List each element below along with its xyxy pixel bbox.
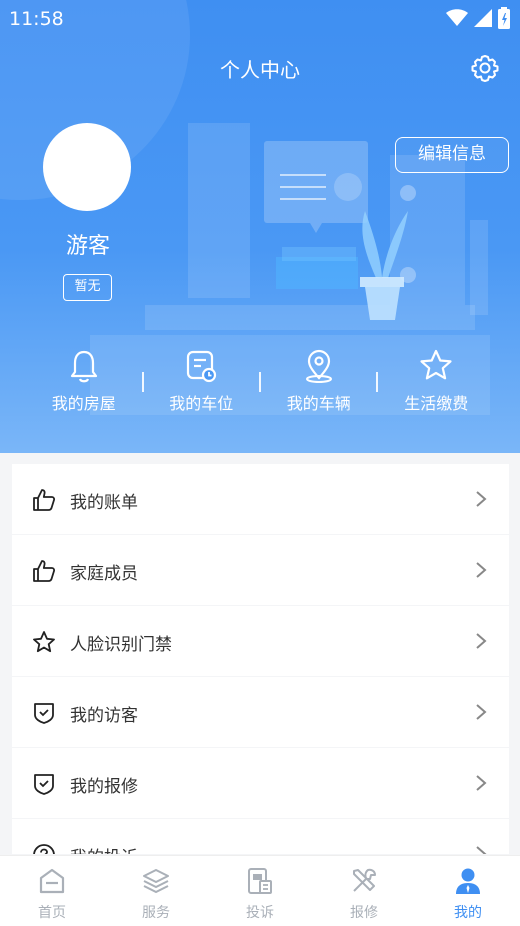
chevron-right-icon — [476, 491, 487, 507]
shield-check-icon — [34, 703, 54, 724]
quick-label: 我的房屋 — [51, 394, 116, 413]
divider — [142, 372, 144, 392]
menu-my-visitors[interactable]: 我的访客 — [12, 677, 509, 747]
divider — [376, 372, 378, 392]
quick-label: 我的车辆 — [286, 394, 351, 413]
status-icons — [446, 7, 510, 29]
menu-label: 家庭成员 — [70, 564, 138, 584]
divider — [259, 372, 261, 392]
quick-actions: 我的房屋 我的车位 我的车辆 生活缴费 — [25, 348, 495, 418]
quick-my-house[interactable]: 我的房屋 — [25, 348, 143, 418]
tab-label: 服务 — [142, 905, 170, 921]
menu-face-access[interactable]: 人脸识别门禁 — [12, 606, 509, 676]
user-icon — [456, 868, 480, 894]
menu-label: 人脸识别门禁 — [70, 635, 172, 655]
chevron-right-icon — [476, 846, 487, 854]
tab-mine[interactable]: 我的 — [416, 856, 520, 926]
quick-life-payment[interactable]: 生活缴费 — [378, 348, 496, 418]
star-icon — [420, 349, 452, 380]
tab-services[interactable]: 服务 — [104, 856, 208, 926]
battery-icon — [498, 7, 510, 29]
level-badge: 暂无 — [63, 274, 112, 301]
home-icon — [39, 868, 65, 894]
wifi-icon — [446, 9, 468, 26]
location-pin-icon — [305, 349, 332, 383]
menu-my-repairs[interactable]: 我的报修 — [12, 748, 509, 818]
quick-my-vehicle[interactable]: 我的车辆 — [260, 348, 378, 418]
thumbs-up-icon — [33, 489, 56, 511]
thumbs-up-icon — [33, 560, 56, 582]
tab-label: 我的 — [454, 905, 482, 921]
help-icon — [33, 844, 55, 854]
tab-label: 报修 — [350, 905, 378, 921]
bell-icon — [70, 350, 97, 383]
menu-my-bills[interactable]: 我的账单 — [12, 464, 509, 534]
menu-label: 我的报修 — [70, 777, 138, 797]
settings-gear-icon[interactable] — [469, 52, 501, 84]
star-icon — [33, 631, 55, 653]
status-bar: 11:58 — [0, 0, 520, 36]
quick-label: 我的车位 — [169, 394, 234, 413]
page-title: 个人中心 — [220, 58, 300, 82]
menu-family-members[interactable]: 家庭成员 — [12, 535, 509, 605]
layers-icon — [143, 869, 169, 894]
tools-icon — [353, 868, 376, 892]
username: 游客 — [65, 234, 110, 259]
signal-icon — [474, 9, 492, 27]
chevron-right-icon — [476, 562, 487, 578]
shield-check-icon — [34, 774, 54, 795]
document-icon — [248, 868, 272, 894]
menu-list: 我的账单 家庭成员 人脸识别门禁 我的访客 我的报修 我的投诉 — [12, 464, 509, 854]
menu-my-complaints[interactable]: 我的投诉 — [12, 819, 509, 854]
bottom-tab-bar: 首页 服务 投诉 报修 我的 — [0, 855, 520, 926]
chevron-right-icon — [476, 633, 487, 649]
menu-label: 我的访客 — [70, 706, 138, 726]
status-time: 11:58 — [9, 8, 64, 30]
avatar[interactable] — [43, 123, 131, 211]
tab-complaints[interactable]: 投诉 — [208, 856, 312, 926]
menu-label: 我的投诉 — [70, 843, 138, 854]
tab-label: 首页 — [38, 905, 66, 921]
quick-my-parking[interactable]: 我的车位 — [143, 348, 261, 418]
chevron-right-icon — [476, 704, 487, 720]
tab-repairs[interactable]: 报修 — [312, 856, 416, 926]
parking-clock-icon — [187, 350, 217, 383]
menu-label: 我的账单 — [70, 493, 138, 513]
quick-label: 生活缴费 — [404, 394, 469, 413]
tab-home[interactable]: 首页 — [0, 856, 104, 926]
edit-info-button[interactable]: 编辑信息 — [395, 137, 509, 173]
profile-header: 11:58 个人中心 游客 暂无 编辑信息 我的房屋 我的车位 我的车辆 生活缴… — [0, 0, 520, 453]
chevron-right-icon — [476, 775, 487, 791]
tab-label: 投诉 — [246, 905, 274, 921]
